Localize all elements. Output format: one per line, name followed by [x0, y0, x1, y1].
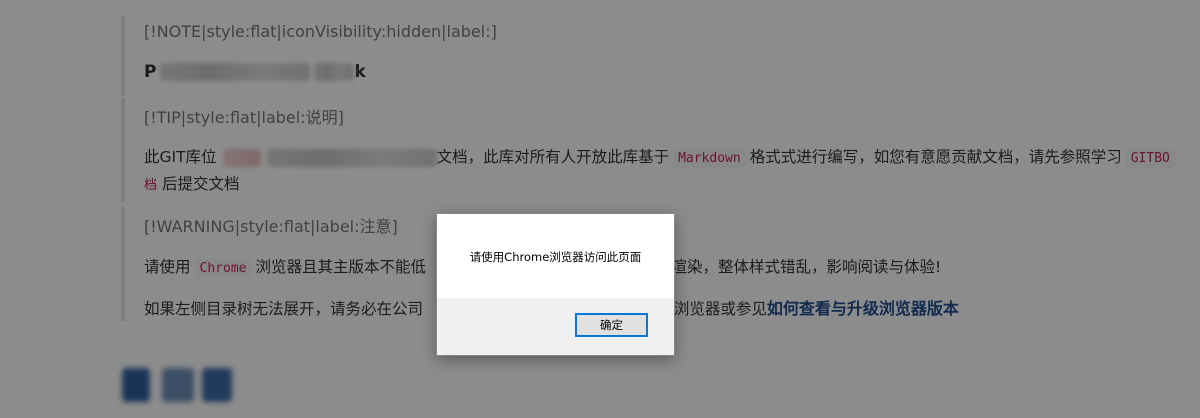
dialog-content: 请使用Chrome浏览器访问此页面: [437, 214, 674, 298]
ok-button[interactable]: 确定: [575, 313, 648, 337]
alert-dialog: 请使用Chrome浏览器访问此页面 确定: [436, 213, 675, 356]
dialog-message: 请使用Chrome浏览器访问此页面: [469, 250, 642, 264]
